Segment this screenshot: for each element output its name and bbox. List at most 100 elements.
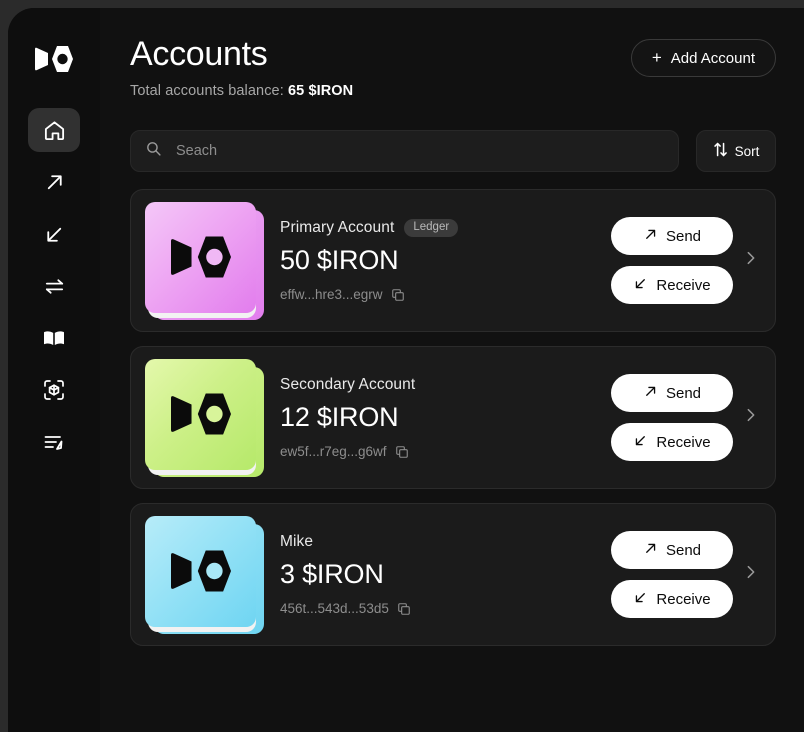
send-arrow-icon (643, 227, 658, 246)
receive-arrow-icon (633, 276, 648, 295)
account-avatar (145, 359, 265, 477)
send-arrow-icon (43, 171, 66, 194)
receive-arrow-icon (633, 433, 648, 452)
account-balance: 50 $IRON (280, 245, 611, 276)
iron-fish-glyph (171, 393, 231, 435)
copy-icon (397, 602, 411, 616)
status-badge: Ledger (404, 219, 458, 238)
page-header-text: Accounts Total accounts balance: 65 $IRO… (130, 34, 353, 99)
account-avatar (145, 516, 265, 634)
copy-address-button[interactable] (395, 445, 409, 459)
avatar-front-card (145, 359, 256, 470)
total-balance-value: 65 $IRON (288, 83, 353, 99)
sidebar-item-receive[interactable] (28, 212, 80, 256)
account-name-line: Mike (280, 533, 611, 551)
sort-label: Sort (735, 144, 760, 159)
account-balance: 3 $IRON (280, 559, 611, 590)
account-balance: 12 $IRON (280, 402, 611, 433)
sidebar-item-bridge[interactable] (28, 264, 80, 308)
page-header: Accounts Total accounts balance: 65 $IRO… (130, 34, 776, 99)
send-arrow-icon (643, 384, 658, 403)
home-icon (43, 119, 66, 142)
account-info: Primary Account Ledger 50 $IRON effw...h… (280, 219, 611, 303)
account-name-line: Secondary Account (280, 376, 611, 394)
sidebar-nav (8, 108, 100, 464)
page-title: Accounts (130, 34, 353, 74)
receive-label: Receive (656, 277, 710, 294)
account-name-line: Primary Account Ledger (280, 219, 611, 238)
sidebar-item-send[interactable] (28, 160, 80, 204)
account-details-chevron[interactable] (743, 564, 759, 585)
sort-arrows-icon (713, 141, 729, 161)
chevron-right-icon (745, 407, 757, 428)
receive-arrow-icon (43, 223, 66, 246)
send-arrow-icon (643, 541, 658, 560)
account-avatar (145, 202, 265, 320)
sidebar (8, 8, 100, 732)
add-account-label: Add Account (671, 50, 755, 67)
account-address-line: effw...hre3...egrw (280, 287, 611, 302)
send-label: Send (666, 542, 701, 559)
account-name: Primary Account (280, 219, 394, 237)
cube-scan-icon (42, 378, 66, 402)
account-actions: Send Receive (611, 531, 733, 618)
account-details-chevron[interactable] (743, 407, 759, 428)
account-name: Secondary Account (280, 376, 415, 394)
account-address: 456t...543d...53d5 (280, 601, 389, 616)
iron-fish-glyph (171, 236, 231, 278)
account-row[interactable]: Secondary Account 12 $IRON ew5f...r7eg..… (130, 346, 776, 489)
receive-button[interactable]: Receive (611, 266, 733, 304)
account-actions: Send Receive (611, 374, 733, 461)
send-button[interactable]: Send (611, 217, 733, 255)
account-actions: Send Receive (611, 217, 733, 304)
account-address: ew5f...r7eg...g6wf (280, 444, 387, 459)
search-input[interactable] (174, 142, 664, 160)
account-info: Secondary Account 12 $IRON ew5f...r7eg..… (280, 376, 611, 459)
receive-arrow-icon (633, 590, 648, 609)
receive-button[interactable]: Receive (611, 423, 733, 461)
copy-icon (391, 288, 405, 302)
send-label: Send (666, 385, 701, 402)
total-balance: Total accounts balance: 65 $IRON (130, 83, 353, 99)
account-name: Mike (280, 533, 313, 551)
sidebar-item-notes[interactable] (28, 420, 80, 464)
app-window: Accounts Total accounts balance: 65 $IRO… (8, 8, 804, 732)
receive-label: Receive (656, 434, 710, 451)
add-account-button[interactable]: + Add Account (631, 39, 776, 77)
account-address-line: ew5f...r7eg...g6wf (280, 444, 611, 459)
receive-button[interactable]: Receive (611, 580, 733, 618)
iron-fish-logo (34, 44, 74, 74)
sidebar-item-address-book[interactable] (28, 316, 80, 360)
book-icon (42, 326, 66, 350)
sort-button[interactable]: Sort (696, 130, 776, 172)
account-info: Mike 3 $IRON 456t...543d...53d5 (280, 533, 611, 616)
chevron-right-icon (745, 250, 757, 271)
sidebar-item-home[interactable] (28, 108, 80, 152)
send-button[interactable]: Send (611, 531, 733, 569)
search-row: Sort (130, 130, 776, 172)
iron-fish-glyph (171, 550, 231, 592)
account-details-chevron[interactable] (743, 250, 759, 271)
search-box[interactable] (130, 130, 679, 172)
account-address-line: 456t...543d...53d5 (280, 601, 611, 616)
receive-label: Receive (656, 591, 710, 608)
avatar-front-card (145, 516, 256, 627)
copy-icon (395, 445, 409, 459)
sidebar-item-node[interactable] (28, 368, 80, 412)
search-icon (145, 140, 162, 162)
copy-address-button[interactable] (397, 602, 411, 616)
send-button[interactable]: Send (611, 374, 733, 412)
accounts-list: Primary Account Ledger 50 $IRON effw...h… (130, 189, 776, 646)
swap-arrows-icon (43, 275, 66, 298)
copy-address-button[interactable] (391, 288, 405, 302)
total-balance-label: Total accounts balance: (130, 83, 284, 99)
chevron-right-icon (745, 564, 757, 585)
account-row[interactable]: Primary Account Ledger 50 $IRON effw...h… (130, 189, 776, 332)
avatar-front-card (145, 202, 256, 313)
account-address: effw...hre3...egrw (280, 287, 383, 302)
notes-edit-icon (42, 430, 66, 454)
plus-icon: + (652, 49, 662, 66)
account-row[interactable]: Mike 3 $IRON 456t...543d...53d5 (130, 503, 776, 646)
main-content: Accounts Total accounts balance: 65 $IRO… (100, 8, 804, 732)
send-label: Send (666, 228, 701, 245)
